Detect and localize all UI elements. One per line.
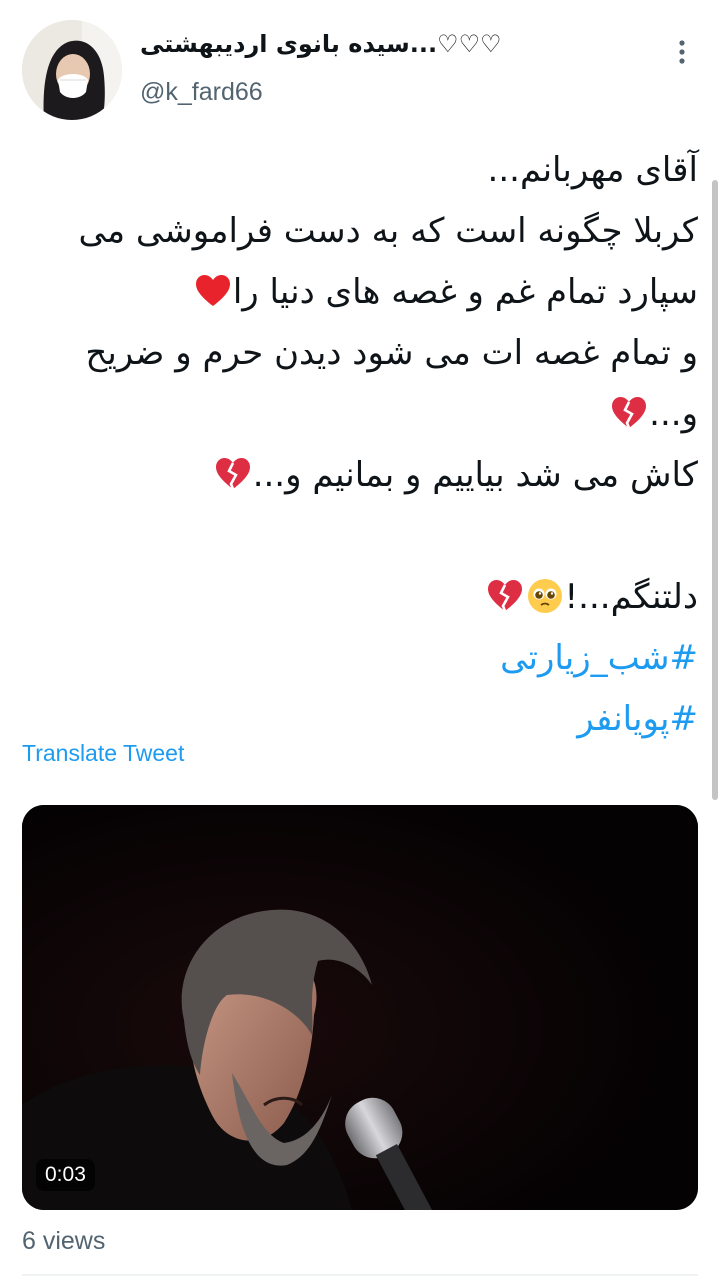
- red-heart-emoji-icon: [195, 275, 230, 306]
- tweet-line: و تمام غصه ات می شود دیدن حرم و ضریح: [85, 333, 698, 373]
- video-thumbnail: [22, 805, 698, 1210]
- author-handle[interactable]: @k_fard66: [140, 78, 263, 107]
- tweet-header: سیده بانوی اردیبهشتی...♡♡♡ @k_fard66: [0, 0, 720, 130]
- video-duration-badge: 0:03: [36, 1159, 95, 1191]
- pleading-face-emoji-icon: [527, 579, 562, 613]
- author-display-name[interactable]: سیده بانوی اردیبهشتی...♡♡♡: [140, 30, 502, 58]
- tweet-line: دلتنگم...!: [22, 567, 698, 628]
- avatar[interactable]: [22, 20, 122, 120]
- broken-heart-emoji-icon: [612, 397, 647, 429]
- tweet-line: کاش می شد بیاییم و بمانیم و...: [22, 445, 698, 506]
- hashtag-link[interactable]: #شب_زیارتی: [22, 628, 698, 689]
- avatar-woman-mask-icon: [22, 20, 122, 120]
- view-count: 6 views: [22, 1227, 106, 1255]
- more-vertical-icon: [679, 40, 685, 64]
- more-options-button[interactable]: [664, 34, 700, 70]
- scrollbar[interactable]: [712, 180, 718, 800]
- tweet-line: سپارد تمام غم و غصه های دنیا را: [22, 262, 698, 323]
- tweet-line: و...: [22, 384, 698, 445]
- tweet-line: آقای مهربانم...: [487, 150, 698, 190]
- translate-tweet-link[interactable]: Translate Tweet: [22, 740, 184, 767]
- broken-heart-emoji-icon: [215, 458, 250, 490]
- tweet-text: آقای مهربانم... کربلا چگونه است که به دس…: [22, 140, 698, 750]
- divider: [22, 1274, 698, 1276]
- broken-heart-emoji-icon: [487, 580, 522, 612]
- video-player[interactable]: 0:03: [22, 805, 698, 1210]
- tweet-line: کربلا چگونه است که به دست فراموشی می: [78, 211, 698, 251]
